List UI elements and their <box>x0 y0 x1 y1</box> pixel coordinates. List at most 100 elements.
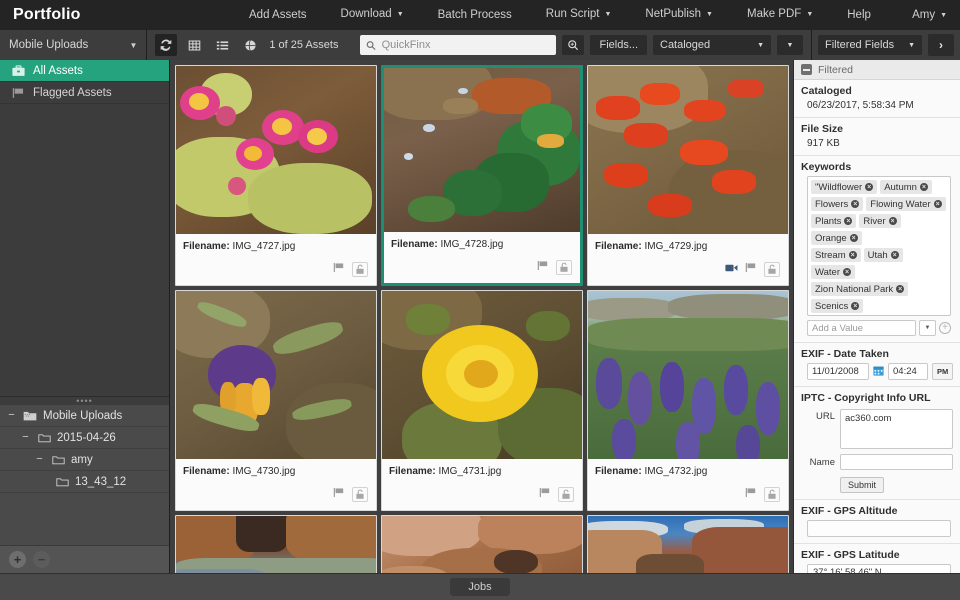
asset-grid-pane[interactable]: Filename: IMG_4727.jpg Filename: IMG_472… <box>170 60 793 573</box>
remove-keyword-icon[interactable]: × <box>851 200 860 208</box>
add-keyword-button[interactable]: + <box>939 322 951 334</box>
asset-thumbnail[interactable] <box>176 291 376 459</box>
asset-card-selected[interactable]: Filename: IMG_4728.jpg <box>381 65 583 286</box>
menu-item-netpublish[interactable]: NetPublish ▼ <box>628 0 730 31</box>
keyword-tag[interactable]: Flowing Water × <box>866 197 946 211</box>
remove-folder-button[interactable]: − <box>33 551 50 568</box>
submit-button[interactable]: Submit <box>840 477 885 493</box>
menu-item-run-script[interactable]: Run Script ▼ <box>529 0 629 31</box>
remove-keyword-icon[interactable]: × <box>849 234 858 242</box>
inspector-header[interactable]: Filtered <box>794 60 960 80</box>
asset-thumbnail[interactable] <box>176 516 376 573</box>
remove-keyword-icon[interactable]: × <box>844 217 853 225</box>
sidebar-splitter-handle[interactable]: •••• <box>0 396 169 405</box>
sort-dropdown[interactable]: Cataloged ▼ <box>653 35 771 55</box>
sidebar-item-flagged-assets[interactable]: Flagged Assets <box>0 82 169 104</box>
collection-dropdown[interactable]: Mobile Uploads ▼ <box>9 39 137 51</box>
keyword-tag[interactable]: Orange × <box>811 231 862 245</box>
asset-card[interactable] <box>175 515 377 573</box>
keyword-tag[interactable]: Flowers × <box>811 197 864 211</box>
collapse-section-icon[interactable] <box>801 64 812 75</box>
keyword-tag[interactable]: River × <box>859 214 901 228</box>
keyword-tag[interactable]: Stream × <box>811 248 861 262</box>
keyword-tag[interactable]: Autumn × <box>880 180 932 194</box>
sort-direction-button[interactable]: ▼ <box>777 35 803 55</box>
keyword-tag[interactable]: Water × <box>811 265 855 279</box>
panel-expand-button[interactable]: › <box>928 34 954 56</box>
keyword-tag[interactable]: Zion National Park × <box>811 282 909 296</box>
tree-row-amy[interactable]: − amy <box>0 449 169 471</box>
menu-item-batch-process[interactable]: Batch Process <box>421 0 529 30</box>
asset-thumbnail[interactable] <box>176 66 376 234</box>
asset-thumbnail[interactable] <box>382 516 582 573</box>
filtered-fields-dropdown[interactable]: Filtered Fields ▼ <box>818 35 922 55</box>
asset-thumbnail[interactable] <box>588 516 788 573</box>
refresh-icon[interactable] <box>155 34 178 56</box>
grid-view-icon[interactable] <box>183 34 205 56</box>
date-input[interactable]: 11/01/2008 <box>807 363 869 380</box>
chevron-down-icon[interactable]: ▼ <box>919 320 936 336</box>
keyword-tag[interactable]: Utah × <box>863 248 903 262</box>
collapse-icon[interactable]: − <box>34 454 45 465</box>
tree-row-mobile-uploads[interactable]: − Mobile Uploads <box>0 405 169 427</box>
name-input[interactable] <box>840 454 953 470</box>
unlock-icon[interactable] <box>556 259 572 275</box>
remove-keyword-icon[interactable]: × <box>842 268 851 276</box>
remove-keyword-icon[interactable]: × <box>933 200 942 208</box>
globe-icon[interactable] <box>239 34 261 56</box>
search-box[interactable] <box>360 35 557 55</box>
tree-row-13-43-12[interactable]: 13_43_12 <box>0 471 169 493</box>
time-input[interactable]: 04:24 <box>888 363 928 380</box>
asset-card[interactable]: Filename: IMG_4731.jpg <box>381 290 583 511</box>
asset-card[interactable]: Filename: IMG_4730.jpg <box>175 290 377 511</box>
collapse-icon[interactable]: − <box>20 432 31 443</box>
gps-altitude-input[interactable] <box>807 520 951 537</box>
url-input[interactable]: ac360.com <box>840 409 953 449</box>
keyword-tag[interactable]: ʺWildflower × <box>811 180 878 194</box>
jobs-button[interactable]: Jobs <box>450 578 510 596</box>
collapse-icon[interactable]: − <box>6 410 17 421</box>
asset-card[interactable] <box>381 515 583 573</box>
asset-thumbnail[interactable] <box>588 291 788 459</box>
asset-card[interactable]: Filename: IMG_4727.jpg <box>175 65 377 286</box>
remove-keyword-icon[interactable]: × <box>888 217 897 225</box>
sidebar-item-all-assets[interactable]: All Assets <box>0 60 169 82</box>
search-input[interactable] <box>381 39 551 51</box>
menu-item-make-pdf[interactable]: Make PDF ▼ <box>730 0 830 31</box>
add-folder-button[interactable]: + <box>9 551 26 568</box>
calendar-icon[interactable] <box>873 365 884 379</box>
flag-icon[interactable] <box>745 485 757 503</box>
menu-item-add-assets[interactable]: Add Assets <box>232 0 324 30</box>
unlock-icon[interactable] <box>764 486 780 502</box>
remove-keyword-icon[interactable]: × <box>896 285 905 293</box>
flag-icon[interactable] <box>539 485 551 503</box>
unlock-icon[interactable] <box>352 486 368 502</box>
gps-latitude-input[interactable]: 37° 16' 58.46" N <box>807 564 951 573</box>
add-keyword-input[interactable]: Add a Value <box>807 320 916 336</box>
remove-keyword-icon[interactable]: × <box>848 251 857 259</box>
asset-thumbnail[interactable] <box>382 291 582 459</box>
user-account-menu[interactable]: Amy ▼ <box>912 9 960 21</box>
unlock-icon[interactable] <box>558 486 574 502</box>
flag-icon[interactable] <box>333 485 345 503</box>
fields-button[interactable]: Fields... <box>590 35 647 55</box>
asset-thumbnail[interactable] <box>588 66 788 234</box>
unlock-icon[interactable] <box>764 261 780 277</box>
list-view-icon[interactable] <box>211 34 233 56</box>
flag-icon[interactable] <box>333 260 345 278</box>
remove-keyword-icon[interactable]: × <box>890 251 899 259</box>
flag-icon[interactable] <box>745 260 757 278</box>
remove-keyword-icon[interactable]: × <box>851 302 860 310</box>
menu-item-help[interactable]: Help <box>830 0 888 30</box>
tree-row-2015-04-26[interactable]: − 2015-04-26 <box>0 427 169 449</box>
remove-keyword-icon[interactable]: × <box>865 183 874 191</box>
unlock-icon[interactable] <box>352 261 368 277</box>
flag-icon[interactable] <box>537 258 549 276</box>
keyword-tag[interactable]: Plants × <box>811 214 857 228</box>
search-magnifier-icon[interactable] <box>562 35 585 55</box>
ampm-toggle[interactable]: PM <box>932 363 954 380</box>
remove-keyword-icon[interactable]: × <box>919 183 928 191</box>
asset-card[interactable]: Filename: IMG_4729.jpg <box>587 65 789 286</box>
asset-card[interactable] <box>587 515 789 573</box>
asset-thumbnail[interactable] <box>384 68 580 232</box>
